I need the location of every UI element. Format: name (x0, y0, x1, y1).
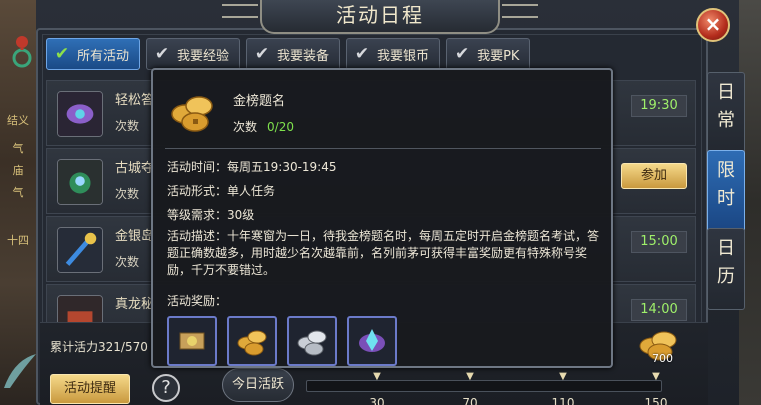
close-button[interactable]: × (696, 8, 730, 42)
world-text-3: 庙 (12, 164, 24, 177)
tab-label: 我要PK (477, 48, 520, 64)
tooltip-activity-name: 金榜题名 (233, 94, 286, 109)
tooltip-time: 活动时间：每周五19:30-19:45 (167, 160, 337, 174)
game-scene: 结义 气 庙 气 十四 活动日程 × ✔ 所有活动 ✔ 我要经验 ✔ 我要装备 (0, 0, 761, 405)
activity-tooltip: 金榜题名 次数 0/20 活动时间：每周五19:30-19:45 活动形式：单人任… (151, 68, 613, 368)
side-tab-daily[interactable]: 日常 (707, 72, 745, 154)
tooltip-form: 活动形式：单人任务 (167, 184, 276, 198)
tooltip-divider (165, 148, 601, 149)
milestone-marker-icon: ▼ (466, 371, 474, 382)
gold-coins-reward-icon (237, 330, 267, 356)
tab-label: 我要银币 (377, 48, 430, 64)
tooltip-rewards (167, 316, 397, 366)
tab-equipment[interactable]: ✔ 我要装备 (246, 38, 341, 70)
milestone-value: 30 (369, 396, 385, 405)
milestone-marker-icon: ▼ (559, 371, 567, 382)
tab-label: 我要装备 (277, 48, 330, 64)
leaf-decoration-icon (4, 354, 36, 388)
help-button[interactable]: ? (152, 374, 180, 402)
side-tab-calendar[interactable]: 日历 (707, 228, 745, 310)
reward-slot[interactable] (287, 316, 337, 366)
side-tab-label: 日历 (717, 238, 735, 287)
check-icon: ✔ (354, 44, 370, 64)
tooltip-count: 次数 0/20 (233, 118, 294, 135)
milestone-value: 150 (644, 396, 668, 405)
activity-name: 金银岛 (115, 229, 155, 244)
tooltip-count-label: 次数 (233, 120, 258, 134)
crystal-reward-icon (359, 329, 385, 352)
vitality-total: 累计活力321/570 (50, 340, 148, 354)
title-ornament-right (502, 4, 538, 18)
green-dragon-icon (57, 159, 103, 205)
world-text-2: 气 (12, 142, 24, 155)
side-tab-limited[interactable]: 限时 (707, 150, 745, 232)
tab-label: 我要经验 (177, 48, 230, 64)
activity-time: 15:00 (631, 231, 687, 253)
join-button[interactable]: 参加 (621, 163, 687, 189)
chest-value: 700 (652, 352, 673, 365)
activity-name: 轻松答 (115, 93, 155, 108)
world-background-left: 结义 气 庙 气 十四 (0, 0, 36, 405)
activity-count-label: 次数 (115, 187, 140, 201)
milestone-marker-icon: ▼ (652, 371, 660, 382)
title-bar: 活动日程 (222, 0, 538, 34)
tooltip-reward-label: 活动奖励： (167, 294, 228, 308)
title-ornament-left (222, 4, 258, 18)
tab-experience[interactable]: ✔ 我要经验 (146, 38, 241, 70)
activity-count-label: 次数 (115, 119, 140, 133)
tab-label: 所有活动 (77, 48, 130, 64)
gold-coins-icon (171, 96, 213, 132)
check-icon: ✔ (54, 44, 70, 64)
milestone-value: 70 (462, 396, 478, 405)
check-icon: ✔ (254, 44, 270, 64)
reward-slot[interactable] (167, 316, 217, 366)
activity-name: 古城夺 (115, 161, 155, 176)
window-title: 活动日程 (336, 3, 424, 27)
tab-all-activities[interactable]: ✔ 所有活动 (46, 38, 141, 70)
activity-remind-button[interactable]: 活动提醒 (50, 374, 130, 404)
world-text-1: 结义 (7, 114, 29, 127)
world-text-4: 气 (12, 186, 24, 199)
side-tab-label: 日常 (717, 82, 735, 131)
activity-time: 19:30 (631, 95, 687, 117)
activity-name: 真龙秘 (115, 297, 155, 312)
check-icon: ✔ (454, 44, 470, 64)
tab-silver[interactable]: ✔ 我要银币 (346, 38, 441, 70)
blue-staff-icon (57, 227, 103, 273)
tab-pk[interactable]: ✔ 我要PK (446, 38, 531, 70)
milestone-marker-icon: ▼ (373, 371, 381, 382)
reward-slot[interactable] (227, 316, 277, 366)
check-icon: ✔ (154, 44, 170, 64)
silver-coins-reward-icon (297, 330, 327, 356)
purple-scroll-icon (57, 91, 103, 137)
world-text-5: 十四 (7, 234, 29, 247)
vitality-progress-bar (306, 380, 662, 392)
scroll-reward-icon (179, 332, 205, 350)
tooltip-description: 活动描述：十年寒窗为一日，待我金榜题名时，每周五定时开启金榜题名考试，答题正确数… (167, 229, 600, 277)
milestone-value: 110 (551, 396, 575, 405)
activity-time: 14:00 (631, 299, 687, 321)
filter-tabs: ✔ 所有活动 ✔ 我要经验 ✔ 我要装备 ✔ 我要银币 ✔ 我要PK (46, 38, 531, 70)
daily-active-button[interactable]: 今日活跃 (222, 368, 294, 402)
activity-count-label: 次数 (115, 255, 140, 269)
side-tab-label: 限时 (717, 160, 735, 209)
tooltip-count-value: 0/20 (267, 120, 294, 134)
tooltip-level: 等级需求：30级 (167, 208, 255, 222)
reward-slot[interactable] (347, 316, 397, 366)
